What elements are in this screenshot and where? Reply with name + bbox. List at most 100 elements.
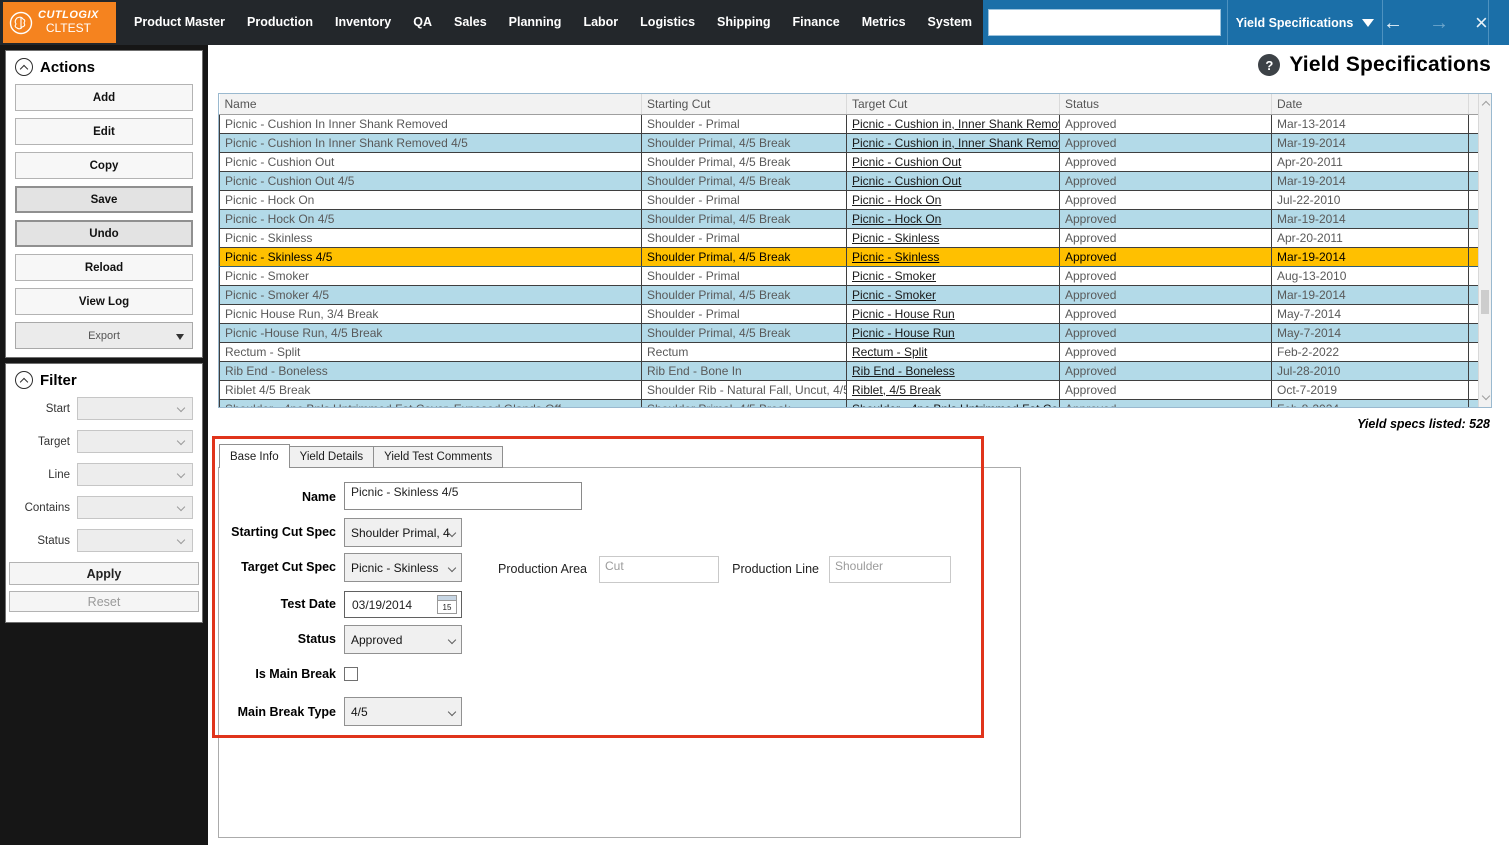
menu-item[interactable]: Shipping bbox=[706, 0, 781, 45]
action-button[interactable]: Copy bbox=[15, 152, 193, 179]
table-row[interactable]: Riblet 4/5 Break Shoulder Rib - Natural … bbox=[220, 380, 1479, 399]
detail-tab[interactable]: Base Info bbox=[219, 444, 290, 468]
starting-cut-spec-dropdown[interactable]: Shoulder Primal, 4 bbox=[344, 518, 462, 547]
apply-button[interactable]: Apply bbox=[9, 562, 199, 585]
table-row[interactable]: Picnic -House Run, 4/5 Break Shoulder Pr… bbox=[220, 323, 1479, 342]
table-row[interactable]: Picnic - Smoker Shoulder - Primal Picnic… bbox=[220, 266, 1479, 285]
column-header-status[interactable]: Status bbox=[1060, 94, 1272, 114]
table-row[interactable]: Picnic - Cushion Out Shoulder Primal, 4/… bbox=[220, 152, 1479, 171]
test-date-field[interactable]: 03/19/2014 15 bbox=[344, 591, 462, 618]
table-row[interactable]: Picnic House Run, 3/4 Break Shoulder - P… bbox=[220, 304, 1479, 323]
filter-field-label: Target bbox=[10, 436, 70, 448]
status-dropdown[interactable]: Approved bbox=[344, 625, 462, 654]
cell-filler bbox=[1469, 209, 1479, 228]
yield-specs-table: Name Starting Cut Target Cut Status Date… bbox=[218, 93, 1492, 408]
cell-filler bbox=[1469, 114, 1479, 133]
column-header-target-cut[interactable]: Target Cut bbox=[847, 94, 1060, 114]
table-row[interactable]: Picnic - Hock On 4/5 Shoulder Primal, 4/… bbox=[220, 209, 1479, 228]
table-row[interactable]: Rib End - Boneless Rib End - Bone In Rib… bbox=[220, 361, 1479, 380]
module-selector[interactable]: Yield Specifications bbox=[1227, 0, 1383, 45]
name-field[interactable] bbox=[344, 482, 582, 510]
menu-item[interactable]: Inventory bbox=[324, 0, 402, 45]
filter-dropdown[interactable] bbox=[77, 397, 193, 420]
table-row[interactable]: Rectum - Split Rectum Rectum - Split App… bbox=[220, 342, 1479, 361]
column-header-starting-cut[interactable]: Starting Cut bbox=[642, 94, 847, 114]
table-row[interactable]: Picnic - Cushion In Inner Shank Removed … bbox=[220, 133, 1479, 152]
scrollbar-thumb[interactable] bbox=[1481, 290, 1489, 314]
menu-item[interactable]: Labor bbox=[572, 0, 629, 45]
menu-item[interactable]: QA bbox=[402, 0, 443, 45]
table-row[interactable]: Picnic - Skinless Shoulder - Primal Picn… bbox=[220, 228, 1479, 247]
menu-item[interactable]: Production bbox=[236, 0, 324, 45]
filter-field-label: Start bbox=[10, 403, 70, 415]
is-main-break-label: Is Main Break bbox=[219, 667, 336, 681]
cell-target-cut-link[interactable]: Picnic - Skinless bbox=[847, 228, 1060, 247]
cell-target-cut-link[interactable]: Rib End - Boneless bbox=[847, 361, 1060, 380]
cell-target-cut-link[interactable]: Picnic - Cushion Out bbox=[847, 152, 1060, 171]
brain-logo-icon bbox=[8, 10, 34, 36]
menu-item[interactable]: Logistics bbox=[629, 0, 706, 45]
scrollbar-up-icon[interactable] bbox=[1481, 101, 1489, 109]
table-row[interactable]: Picnic - Cushion Out 4/5 Shoulder Primal… bbox=[220, 171, 1479, 190]
cell-target-cut-link[interactable]: Picnic - Skinless bbox=[847, 247, 1060, 266]
back-arrow-icon[interactable]: ← bbox=[1383, 13, 1403, 33]
production-line-field[interactable] bbox=[829, 556, 951, 583]
export-button[interactable]: Export bbox=[15, 322, 193, 349]
reset-button[interactable]: Reset bbox=[9, 591, 199, 612]
filter-dropdown[interactable] bbox=[77, 430, 193, 453]
action-button[interactable]: Add bbox=[15, 84, 193, 111]
table-row[interactable]: Picnic - Smoker 4/5 Shoulder Primal, 4/5… bbox=[220, 285, 1479, 304]
menu-item[interactable]: Product Master bbox=[123, 0, 236, 45]
menu-item[interactable]: Finance bbox=[782, 0, 851, 45]
cell-target-cut-link[interactable]: Picnic - Cushion in, Inner Shank Remov bbox=[847, 133, 1060, 152]
cell-target-cut-link[interactable]: Picnic - Cushion in, Inner Shank Remov bbox=[847, 114, 1060, 133]
close-icon[interactable]: × bbox=[1475, 12, 1488, 34]
cell-status: Approved bbox=[1060, 247, 1272, 266]
filter-dropdown[interactable] bbox=[77, 496, 193, 519]
table-row[interactable]: Picnic - Cushion In Inner Shank Removed … bbox=[220, 114, 1479, 133]
cell-starting-cut: Shoulder Primal, 4/5 Break bbox=[642, 152, 847, 171]
menu-item[interactable]: System bbox=[917, 0, 983, 45]
menu-item[interactable]: Metrics bbox=[851, 0, 917, 45]
main-break-type-dropdown[interactable]: 4/5 bbox=[344, 697, 462, 726]
action-button[interactable]: View Log bbox=[15, 288, 193, 315]
column-header-name[interactable]: Name bbox=[220, 94, 642, 114]
help-icon[interactable]: ? bbox=[1258, 54, 1280, 76]
collapse-chevron-icon[interactable] bbox=[15, 58, 33, 76]
target-cut-spec-dropdown[interactable]: Picnic - Skinless bbox=[344, 553, 462, 582]
action-button[interactable]: Save bbox=[15, 186, 193, 213]
action-button[interactable]: Edit bbox=[15, 118, 193, 145]
cell-target-cut-link[interactable]: Riblet, 4/5 Break bbox=[847, 380, 1060, 399]
detail-tab[interactable]: Yield Test Comments bbox=[374, 446, 503, 468]
actions-panel-header: Actions bbox=[6, 51, 202, 84]
cell-target-cut-link[interactable]: Picnic - Smoker bbox=[847, 266, 1060, 285]
table-row[interactable]: Picnic - Hock On Shoulder - Primal Picni… bbox=[220, 190, 1479, 209]
cell-target-cut-link[interactable]: Picnic - Hock On bbox=[847, 190, 1060, 209]
cell-name: Picnic - Cushion In Inner Shank Removed … bbox=[220, 133, 642, 152]
cell-target-cut-link[interactable]: Shoulder - 4pc Bnls Untrimmed Fat Co bbox=[847, 399, 1060, 408]
calendar-icon[interactable]: 15 bbox=[437, 595, 457, 614]
production-area-field[interactable] bbox=[599, 556, 719, 583]
forward-arrow-icon[interactable]: → bbox=[1429, 13, 1449, 33]
scrollbar-down-icon[interactable] bbox=[1481, 392, 1489, 400]
filter-dropdown[interactable] bbox=[77, 463, 193, 486]
table-row[interactable]: Shoulder - 4pc Bnls Untrimmed Fat Cover,… bbox=[220, 399, 1479, 408]
vertical-scrollbar[interactable] bbox=[1478, 94, 1491, 407]
cell-target-cut-link[interactable]: Picnic - Hock On bbox=[847, 209, 1060, 228]
table-row[interactable]: Picnic - Skinless 4/5 Shoulder Primal, 4… bbox=[220, 247, 1479, 266]
action-button[interactable]: Undo bbox=[15, 220, 193, 247]
collapse-chevron-icon[interactable] bbox=[15, 371, 33, 389]
search-input[interactable] bbox=[988, 9, 1221, 36]
filter-dropdown[interactable] bbox=[77, 529, 193, 552]
is-main-break-checkbox[interactable] bbox=[344, 667, 358, 681]
menu-item[interactable]: Sales bbox=[443, 0, 498, 45]
detail-tab[interactable]: Yield Details bbox=[290, 446, 375, 468]
cell-target-cut-link[interactable]: Picnic - Smoker bbox=[847, 285, 1060, 304]
cell-target-cut-link[interactable]: Picnic - Cushion Out bbox=[847, 171, 1060, 190]
cell-target-cut-link[interactable]: Picnic - House Run bbox=[847, 304, 1060, 323]
action-button[interactable]: Reload bbox=[15, 254, 193, 281]
column-header-date[interactable]: Date bbox=[1272, 94, 1469, 114]
cell-target-cut-link[interactable]: Rectum - Split bbox=[847, 342, 1060, 361]
cell-target-cut-link[interactable]: Picnic - House Run bbox=[847, 323, 1060, 342]
menu-item[interactable]: Planning bbox=[498, 0, 573, 45]
